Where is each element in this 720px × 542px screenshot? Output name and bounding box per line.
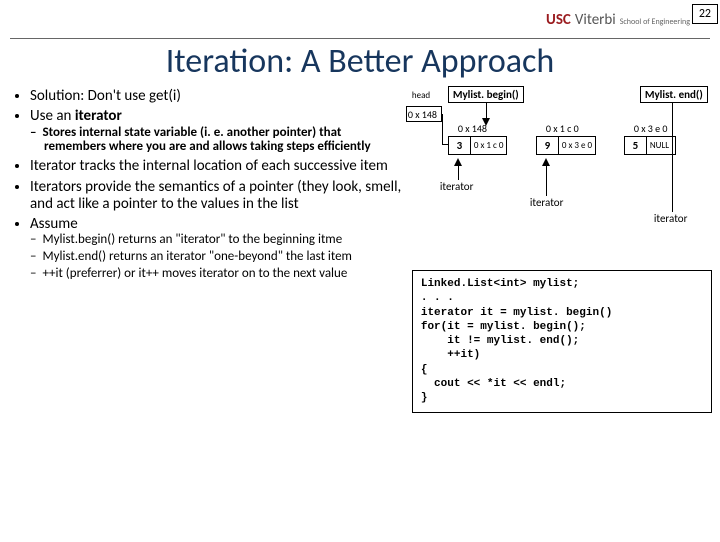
- begin-label: Mylist. begin(): [448, 86, 524, 103]
- iter-arrow-1: [454, 158, 462, 166]
- addr-3: 0 x 3 e 0: [634, 122, 668, 135]
- arrow-head-v: [442, 114, 443, 144]
- iter-line-2: [546, 166, 547, 196]
- bullet-1: Solution: Don't use get(i): [30, 88, 406, 105]
- iter-label-1: iterator: [440, 180, 474, 193]
- iter-line-3: [672, 192, 673, 212]
- node-1: 3 0 x 1 c 0: [448, 136, 508, 155]
- page-number: 22: [692, 4, 718, 24]
- node-1-ptr: 0 x 1 c 0: [471, 137, 507, 154]
- arrow-end-line: [672, 102, 673, 192]
- logo-school: Viterbi: [575, 11, 616, 29]
- divider: [10, 38, 710, 39]
- linked-list-diagram: head Mylist. begin() Mylist. end() 0 x 1…: [412, 88, 712, 268]
- node-3-ptr: NULL: [647, 137, 675, 154]
- node-2-val: 9: [537, 137, 559, 154]
- text-column: Solution: Don't use get(i) Use an iterat…: [8, 88, 406, 413]
- logo-sub: School of Engineering: [620, 17, 690, 27]
- iter-label-3: iterator: [654, 212, 688, 225]
- topbar: USC Viterbi School of Engineering: [0, 2, 720, 38]
- end-label: Mylist. end(): [640, 86, 708, 103]
- node-2-ptr: 0 x 3 e 0: [559, 137, 595, 154]
- head-val: 0 x 148: [408, 108, 437, 121]
- diagram-column: head Mylist. begin() Mylist. end() 0 x 1…: [412, 88, 712, 413]
- bullet-2-pre: Use an: [30, 107, 75, 125]
- bullet-2: Use an iterator Stores internal state va…: [30, 108, 406, 155]
- bullet-5-sub3: ++it (preferrer) or it++ moves iterator …: [44, 267, 406, 282]
- addr-2: 0 x 1 c 0: [546, 122, 579, 135]
- bullet-2-sub: Stores internal state variable (i. e. an…: [44, 126, 406, 156]
- bullet-2-bold: iterator: [75, 107, 122, 125]
- node-2: 9 0 x 3 e 0: [536, 136, 596, 155]
- node-3: 5 NULL: [624, 136, 676, 155]
- iter-label-2: iterator: [530, 196, 564, 209]
- bullet-3: Iterator tracks the internal location of…: [30, 158, 406, 175]
- iter-line-1: [458, 166, 459, 180]
- bullet-5: Assume Mylist.begin() returns an "iterat…: [30, 216, 406, 282]
- bullet-5-sub1: Mylist.begin() returns an "iterator" to …: [44, 233, 406, 248]
- page-title: Iteration: A Better Approach: [0, 41, 720, 82]
- code-snippet: Linked.List<int> mylist; . . . iterator …: [412, 270, 712, 413]
- bullet-5-sub2: Mylist.end() returns an iterator "one-be…: [44, 250, 406, 265]
- iter-arrow-2: [542, 158, 550, 166]
- bullet-4: Iterators provide the semantics of a poi…: [30, 179, 406, 214]
- logo: USC Viterbi School of Engineering: [546, 11, 690, 29]
- logo-brand: USC: [546, 11, 571, 29]
- node-3-val: 5: [625, 137, 647, 154]
- head-label: head: [412, 90, 430, 101]
- arrow-head-h: [442, 144, 448, 145]
- bullet-5-text: Assume: [30, 215, 78, 233]
- arrow-begin-head: [482, 118, 490, 126]
- node-1-val: 3: [449, 137, 471, 154]
